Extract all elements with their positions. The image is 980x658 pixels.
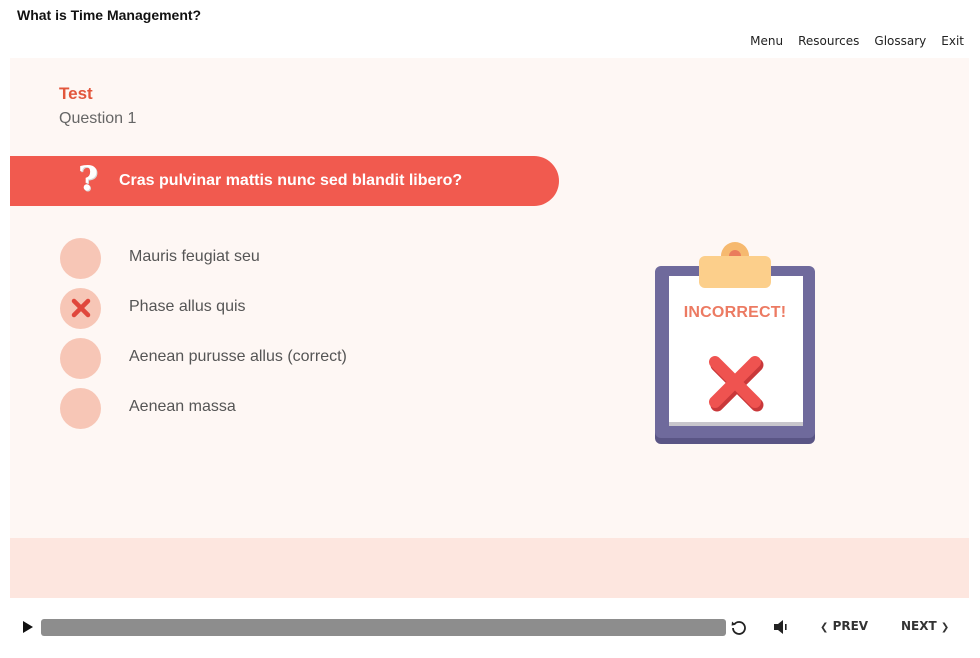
section-title: Test — [59, 84, 93, 103]
exit-link[interactable]: Exit — [941, 34, 964, 48]
next-label: NEXT — [901, 619, 937, 633]
prev-button[interactable]: ❮ PREV — [820, 619, 868, 633]
answer-option-1[interactable]: Mauris feugiat seu — [60, 237, 260, 279]
play-icon — [23, 621, 33, 633]
radio-button[interactable] — [60, 387, 101, 429]
answer-option-3[interactable]: Aenean purusse allus (correct) — [60, 337, 347, 379]
volume-button[interactable] — [773, 619, 791, 640]
radio-button[interactable] — [60, 337, 101, 379]
incorrect-feedback-text: INCORRECT! — [683, 304, 787, 321]
x-mark-icon — [71, 298, 90, 318]
chevron-right-icon: ❯ — [940, 622, 950, 633]
course-title: What is Time Management? — [17, 7, 202, 23]
answer-label: Mauris feugiat seu — [129, 248, 260, 265]
question-text: Cras pulvinar mattis nunc sed blandit li… — [119, 172, 463, 189]
slide-footer-band — [10, 538, 969, 598]
volume-icon — [774, 620, 787, 634]
glossary-link[interactable]: Glossary — [874, 34, 926, 48]
answer-label: Aenean massa — [129, 398, 236, 415]
player-bar: ❮ PREV NEXT ❯ — [0, 612, 980, 644]
clipboard-icon — [655, 242, 815, 444]
chevron-left-icon: ❮ — [820, 622, 829, 633]
question-banner: ? Cras pulvinar mattis nunc sed blandit … — [10, 156, 559, 206]
feedback-clipboard: INCORRECT! — [655, 242, 815, 444]
replay-icon — [731, 621, 746, 635]
play-button[interactable] — [22, 620, 34, 639]
answer-option-4[interactable]: Aenean massa — [60, 387, 236, 429]
prev-label: PREV — [832, 619, 869, 633]
answer-option-2[interactable]: Phase allus quis — [60, 287, 246, 329]
question-mark-icon: ? — [78, 159, 98, 199]
menu-link[interactable]: Menu — [750, 34, 783, 48]
question-number: Question 1 — [59, 110, 137, 127]
replay-button[interactable] — [730, 619, 748, 642]
radio-button[interactable] — [60, 237, 101, 279]
answer-label: Phase allus quis — [129, 298, 246, 315]
top-nav: Menu Resources Glossary Exit — [750, 34, 964, 48]
answer-label: Aenean purusse allus (correct) — [129, 348, 347, 365]
resources-link[interactable]: Resources — [798, 34, 859, 48]
next-button[interactable]: NEXT ❯ — [901, 619, 949, 633]
progress-bar[interactable] — [41, 619, 726, 636]
radio-button-selected[interactable] — [60, 287, 101, 329]
